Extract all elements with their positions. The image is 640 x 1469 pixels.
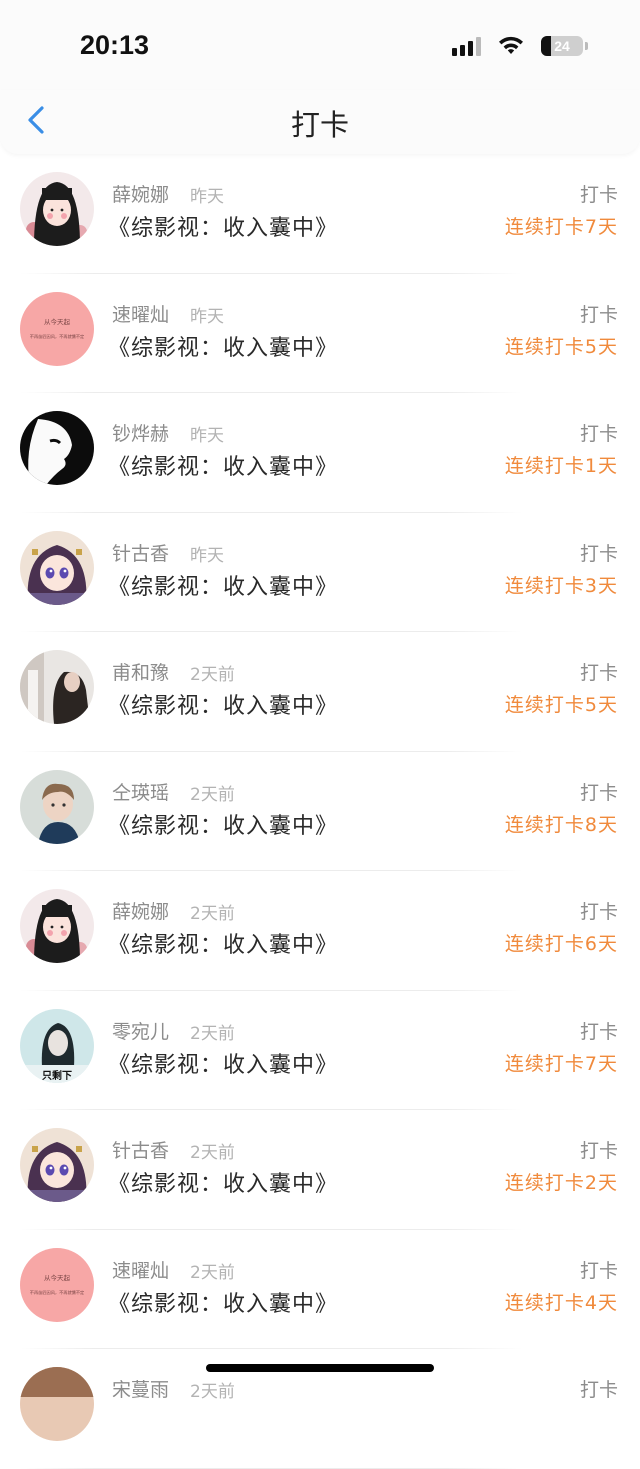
time-ago: 2天前: [190, 904, 235, 924]
status-icons: 24: [452, 36, 588, 56]
list-item[interactable]: 针古香 昨天 《综影视：收入囊中》 打卡 连续打卡3天: [0, 513, 640, 633]
streak-count: 连续打卡1天: [504, 455, 618, 477]
time-ago: 昨天: [190, 306, 224, 327]
user-name[interactable]: 仝瑛瑶: [112, 778, 169, 805]
streak-count: 连续打卡7天: [504, 1052, 618, 1075]
book-title[interactable]: 《综影视：收入囊中》: [108, 808, 338, 840]
list-item[interactable]: 从今天起 不再苗匠因风，不再就慵不定 速曜灿 昨天 《综影视：收入囊中》 打卡 …: [0, 274, 640, 394]
home-indicator[interactable]: [206, 1364, 434, 1372]
time-ago: 2天前: [190, 1023, 235, 1044]
status-time: 20:13: [80, 30, 150, 60]
time-ago: 2天前: [190, 1143, 235, 1163]
streak-count: 连续打卡8天: [504, 813, 618, 836]
avatar[interactable]: [20, 411, 94, 485]
checkin-label: 打卡: [579, 662, 618, 684]
checkin-label: 打卡: [579, 303, 618, 326]
streak-count: 连续打卡2天: [504, 1172, 618, 1194]
book-title[interactable]: 《综影视：收入囊中》: [108, 1166, 338, 1198]
avatar[interactable]: [20, 530, 94, 605]
avatar[interactable]: [20, 769, 94, 844]
avatar[interactable]: 只剩下: [20, 1008, 94, 1083]
time-ago: 昨天: [190, 187, 224, 207]
time-ago: 2天前: [190, 1382, 235, 1402]
list-item[interactable]: 薛婉娜 昨天 《综影视：收入囊中》 打卡 连续打卡7天: [0, 154, 640, 274]
list-item[interactable]: 只剩下 零宛儿 2天前 《综影视：收入囊中》 打卡 连续打卡7天: [0, 991, 640, 1111]
user-name[interactable]: 针古香: [112, 1136, 169, 1163]
checkin-label: 打卡: [579, 1259, 618, 1282]
nav-bar: 打卡: [0, 90, 640, 154]
book-title[interactable]: 《综影视：收入囊中》: [108, 569, 338, 601]
avatar[interactable]: [20, 889, 94, 963]
book-title[interactable]: 《综影视：收入囊中》: [108, 688, 338, 720]
list-item[interactable]: 甫和豫 2天前 《综影视：收入囊中》 打卡 连续打卡5天: [0, 632, 640, 752]
time-ago: 2天前: [190, 784, 235, 805]
checkin-label: 打卡: [579, 542, 618, 565]
avatar[interactable]: 从今天起 不再苗匠因风，不再就慵不定: [20, 291, 94, 366]
avatar[interactable]: [20, 1367, 94, 1441]
checkin-label: 打卡: [579, 901, 618, 923]
avatar[interactable]: [20, 172, 94, 246]
checkin-label: 打卡: [579, 1379, 618, 1401]
book-title[interactable]: 《综影视：收入囊中》: [108, 927, 338, 959]
avatar[interactable]: [20, 1128, 94, 1202]
list-item[interactable]: 针古香 2天前 《综影视：收入囊中》 打卡 连续打卡2天: [0, 1110, 640, 1230]
book-title[interactable]: 《综影视：收入囊中》: [108, 210, 338, 242]
book-title[interactable]: 《综影视：收入囊中》: [108, 449, 338, 481]
book-title[interactable]: 《综影视：收入囊中》: [108, 330, 338, 362]
user-name[interactable]: 薛婉娜: [112, 897, 169, 924]
checkin-list: 薛婉娜 昨天 《综影视：收入囊中》 打卡 连续打卡7天 从今天起 不再苗匠因风，…: [0, 154, 640, 1469]
time-ago: 2天前: [190, 1262, 235, 1283]
svg-text:不再苗匠因风，不再就慵不定: 不再苗匠因风，不再就慵不定: [30, 1289, 84, 1296]
user-name[interactable]: 针古香: [112, 539, 169, 566]
user-name[interactable]: 宋蔓雨: [112, 1375, 169, 1402]
cellular-signal-icon: [452, 36, 481, 56]
svg-text:从今天起: 从今天起: [44, 1273, 71, 1282]
status-bar: 20:13 24: [0, 0, 640, 90]
list-item[interactable]: 从今天起 不再苗匠因风，不再就慵不定 速曜灿 2天前 《综影视：收入囊中》 打卡…: [0, 1230, 640, 1350]
streak-count: 连续打卡7天: [504, 216, 618, 238]
checkin-label: 打卡: [579, 423, 618, 445]
svg-text:只剩下: 只剩下: [42, 1069, 72, 1082]
time-ago: 2天前: [190, 665, 235, 685]
user-name[interactable]: 钞烨赫: [112, 419, 169, 446]
time-ago: 昨天: [190, 545, 224, 566]
svg-text:不再苗匠因风，不再就慵不定: 不再苗匠因风，不再就慵不定: [30, 333, 84, 340]
battery-level: 24: [554, 38, 570, 54]
battery-cap: [585, 42, 588, 50]
streak-count: 连续打卡3天: [504, 574, 618, 597]
svg-text:从今天起: 从今天起: [44, 317, 71, 326]
time-ago: 昨天: [190, 426, 224, 446]
user-name[interactable]: 甫和豫: [112, 658, 169, 685]
checkin-label: 打卡: [579, 1140, 618, 1162]
streak-count: 连续打卡5天: [504, 335, 618, 358]
user-name[interactable]: 速曜灿: [112, 300, 169, 327]
checkin-label: 打卡: [579, 184, 618, 206]
checkin-label: 打卡: [579, 781, 618, 804]
user-name[interactable]: 速曜灿: [112, 1256, 169, 1283]
book-title[interactable]: 《综影视：收入囊中》: [108, 1286, 338, 1318]
streak-count: 连续打卡6天: [504, 933, 618, 955]
checkin-label: 打卡: [579, 1020, 618, 1043]
avatar[interactable]: 从今天起 不再苗匠因风，不再就慵不定: [20, 1247, 94, 1322]
user-name[interactable]: 薛婉娜: [112, 180, 169, 207]
avatar[interactable]: [20, 650, 94, 724]
wifi-icon: [499, 36, 523, 54]
list-item[interactable]: 薛婉娜 2天前 《综影视：收入囊中》 打卡 连续打卡6天: [0, 871, 640, 991]
list-item[interactable]: 钞烨赫 昨天 《综影视：收入囊中》 打卡 连续打卡1天: [0, 393, 640, 513]
battery-icon: 24: [541, 36, 583, 56]
streak-count: 连续打卡5天: [504, 694, 618, 716]
streak-count: 连续打卡4天: [504, 1291, 618, 1314]
list-item[interactable]: 仝瑛瑶 2天前 《综影视：收入囊中》 打卡 连续打卡8天: [0, 752, 640, 872]
page-title: 打卡: [290, 108, 349, 142]
user-name[interactable]: 零宛儿: [112, 1017, 169, 1044]
book-title[interactable]: 《综影视：收入囊中》: [108, 1047, 338, 1079]
